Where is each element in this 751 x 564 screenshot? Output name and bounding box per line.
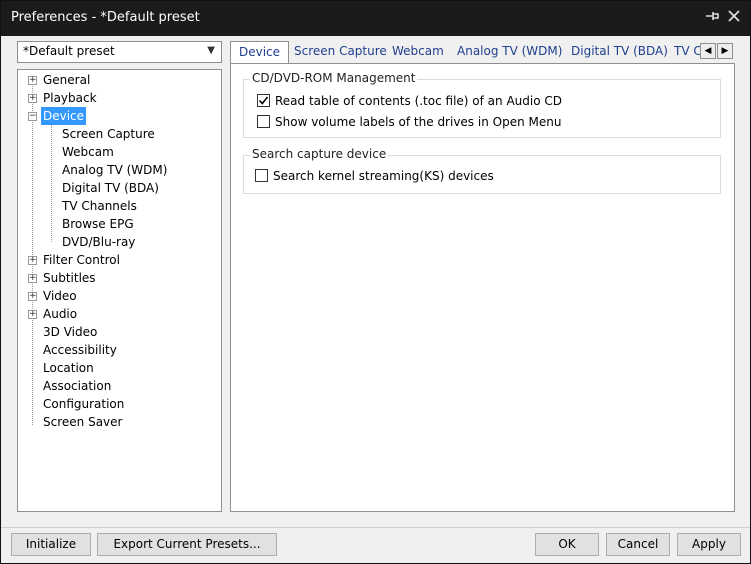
tree-connector xyxy=(32,80,33,425)
show-volume-labels-label: Show volume labels of the drives in Open… xyxy=(275,115,562,129)
tree-item-browse-epg[interactable]: Browse EPG xyxy=(62,215,134,233)
tab-tv-channels[interactable]: TV C xyxy=(666,41,702,63)
expand-icon[interactable]: + xyxy=(28,310,37,319)
close-icon[interactable] xyxy=(724,8,744,28)
read-toc-checkbox[interactable] xyxy=(257,94,270,107)
tab-device[interactable]: Device xyxy=(230,41,290,64)
tree-item-screen-capture[interactable]: Screen Capture xyxy=(62,125,155,143)
expand-icon[interactable]: + xyxy=(28,292,37,301)
tree-item-dvd-bluray[interactable]: DVD/Blu-ray xyxy=(62,233,135,251)
initialize-button[interactable]: Initialize xyxy=(11,533,91,556)
capture-device-group: Search capture device Search kernel stre… xyxy=(243,147,721,194)
tab-analog-tv[interactable]: Analog TV (WDM) xyxy=(449,41,570,63)
ok-button[interactable]: OK xyxy=(535,533,599,556)
tab-strip: Device Screen Capture Webcam Analog TV (… xyxy=(230,41,735,64)
tab-webcam[interactable]: Webcam xyxy=(384,41,452,63)
title-bar[interactable]: Preferences - *Default preset xyxy=(1,1,750,36)
tree-item-3d-video[interactable]: 3D Video xyxy=(43,323,97,341)
tree-item-accessibility[interactable]: Accessibility xyxy=(43,341,117,359)
tab-digital-tv[interactable]: Digital TV (BDA) xyxy=(563,41,676,63)
show-volume-labels-option[interactable]: Show volume labels of the drives in Open… xyxy=(257,114,561,130)
tab-scroll-right-icon[interactable]: ▶ xyxy=(717,43,733,59)
search-ks-label: Search kernel streaming(KS) devices xyxy=(273,169,494,183)
settings-tree[interactable]: + General + Playback − Device Screen Cap… xyxy=(17,69,222,512)
export-presets-button[interactable]: Export Current Presets... xyxy=(97,533,277,556)
tab-screen-capture[interactable]: Screen Capture xyxy=(286,41,395,63)
tree-item-screen-saver[interactable]: Screen Saver xyxy=(43,413,122,431)
tree-item-location[interactable]: Location xyxy=(43,359,94,377)
search-ks-option[interactable]: Search kernel streaming(KS) devices xyxy=(255,168,494,184)
apply-button[interactable]: Apply xyxy=(677,533,741,556)
tab-scroll-left-icon[interactable]: ◀ xyxy=(700,43,716,59)
expand-icon[interactable]: + xyxy=(28,274,37,283)
device-tab-panel: CD/DVD-ROM Management Read table of cont… xyxy=(230,63,735,512)
expand-icon[interactable]: + xyxy=(28,256,37,265)
preset-dropdown-value: *Default preset xyxy=(23,44,115,58)
expand-icon[interactable]: + xyxy=(28,94,37,103)
read-toc-option[interactable]: Read table of contents (.toc file) of an… xyxy=(257,93,562,109)
tree-item-analog-tv[interactable]: Analog TV (WDM) xyxy=(62,161,167,179)
footer-divider xyxy=(1,527,750,528)
tree-item-configuration[interactable]: Configuration xyxy=(43,395,124,413)
preset-dropdown[interactable]: *Default preset ▼ xyxy=(17,41,222,63)
chevron-down-icon: ▼ xyxy=(207,45,215,56)
capture-device-group-title: Search capture device xyxy=(250,147,389,161)
tree-connector xyxy=(51,125,52,242)
read-toc-label: Read table of contents (.toc file) of an… xyxy=(275,94,562,108)
collapse-icon[interactable]: − xyxy=(28,112,37,121)
window-title: Preferences - *Default preset xyxy=(11,10,200,25)
tree-item-webcam[interactable]: Webcam xyxy=(62,143,114,161)
search-ks-checkbox[interactable] xyxy=(255,169,268,182)
tree-item-tv-channels[interactable]: TV Channels xyxy=(62,197,137,215)
cd-dvd-group-title: CD/DVD-ROM Management xyxy=(250,71,418,85)
show-volume-labels-checkbox[interactable] xyxy=(257,115,270,128)
cancel-button[interactable]: Cancel xyxy=(606,533,670,556)
tree-item-association[interactable]: Association xyxy=(43,377,111,395)
expand-icon[interactable]: + xyxy=(28,76,37,85)
tree-item-digital-tv[interactable]: Digital TV (BDA) xyxy=(62,179,159,197)
pin-icon[interactable] xyxy=(702,8,722,28)
preferences-window: Preferences - *Default preset *Default p… xyxy=(0,0,751,564)
cd-dvd-group: CD/DVD-ROM Management Read table of cont… xyxy=(243,71,721,138)
